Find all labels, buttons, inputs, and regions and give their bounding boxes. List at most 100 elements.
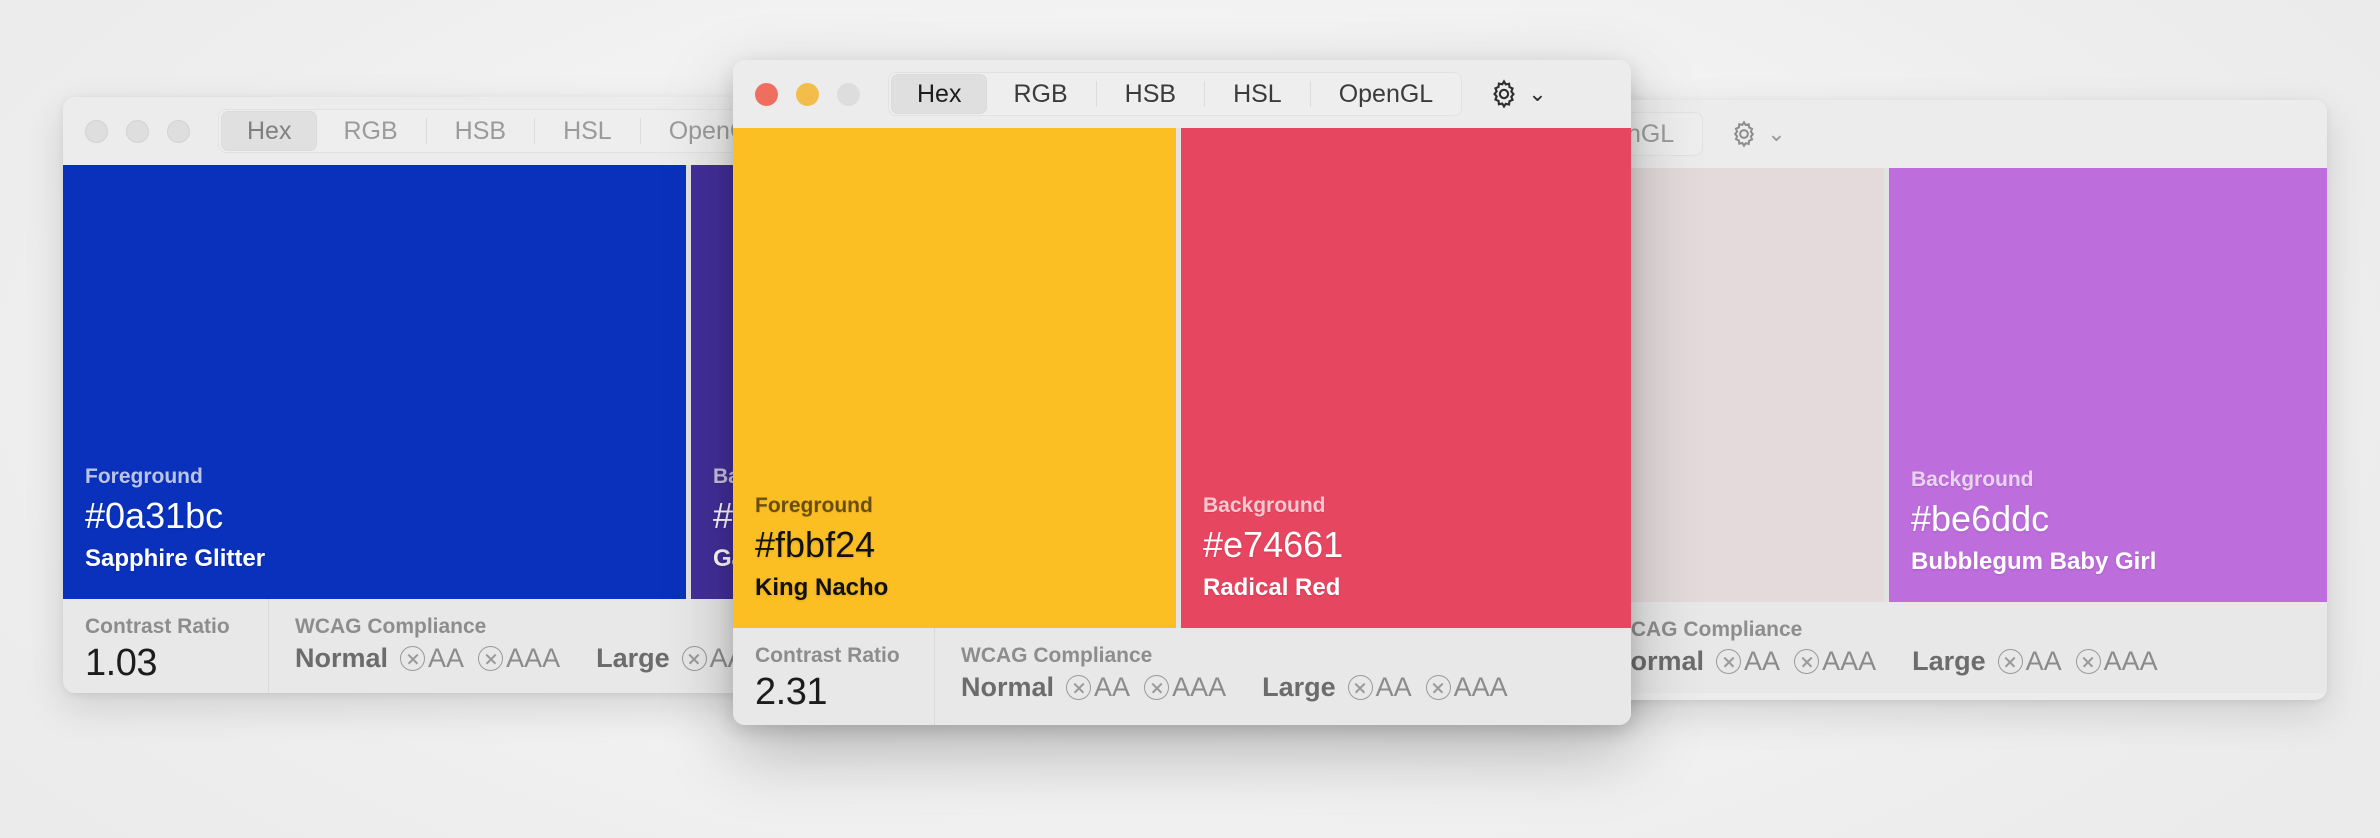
wcag-group-large-label: Large bbox=[1912, 646, 1986, 676]
wcag-badge-large-aaa: AAA bbox=[1425, 672, 1508, 703]
swatch-background[interactable]: Background #e74661 Radical Red bbox=[1181, 128, 1631, 628]
fail-x-icon bbox=[1066, 675, 1092, 700]
titlebar-right: Hex RGB HSB HSL OpenGL ⌄ bbox=[1589, 100, 2327, 168]
tab-opengl[interactable]: OpenGL bbox=[1313, 74, 1460, 114]
fail-x-icon bbox=[1425, 675, 1451, 700]
wcag-group-normal-label: Normal bbox=[961, 672, 1055, 702]
swatch-background[interactable]: Background #be6ddc Bubblegum Baby Girl bbox=[1889, 168, 2327, 602]
contrast-ratio-label: Contrast Ratio bbox=[85, 615, 230, 638]
swatch-hex-value[interactable]: #be6ddc bbox=[1911, 498, 2327, 540]
tab-rgb[interactable]: RGB bbox=[317, 111, 423, 151]
wcag-badge-label: AAA bbox=[506, 643, 561, 673]
tab-divider bbox=[534, 118, 536, 144]
settings-menu-right[interactable]: ⌄ bbox=[1729, 119, 1786, 149]
format-segmented-control-front[interactable]: Hex RGB HSB HSL OpenGL bbox=[888, 72, 1463, 116]
traffic-lights-left bbox=[63, 119, 190, 143]
fail-x-icon bbox=[1997, 649, 2023, 674]
fail-x-icon bbox=[1716, 649, 1742, 674]
settings-menu-front[interactable]: ⌄ bbox=[1488, 78, 1547, 110]
wcag-badge-label: AA bbox=[2025, 646, 2062, 676]
wcag-compliance-cell: WCAG Compliance Normal AA AAA Large AA bbox=[1589, 602, 2327, 693]
close-button[interactable] bbox=[755, 82, 778, 106]
swatch-hex-value[interactable]: #0a31bc bbox=[85, 495, 686, 537]
wcag-badge-normal-aa: AA bbox=[1066, 672, 1130, 703]
fail-x-icon bbox=[2075, 649, 2101, 674]
swatch-role-label: Background bbox=[1911, 468, 2034, 491]
wcag-compliance-label: WCAG Compliance bbox=[961, 644, 1153, 667]
wcag-badge-label: AAA bbox=[2103, 646, 2158, 676]
swatch-row-right: Background #be6ddc Bubblegum Baby Girl bbox=[1589, 168, 2327, 602]
swatch-color-name: Radical Red bbox=[1203, 574, 1341, 601]
swatch-color-name: King Nacho bbox=[755, 574, 889, 601]
footer-right: WCAG Compliance Normal AA AAA Large AA A… bbox=[1589, 602, 2327, 693]
wcag-badge-row: Normal AA AAA Large AA AAA bbox=[1611, 646, 2327, 677]
tab-hsl[interactable]: HSL bbox=[537, 111, 638, 151]
fail-x-icon bbox=[681, 646, 707, 671]
swatch-row-front: Foreground #fbbf24 King Nacho Background… bbox=[733, 128, 1631, 628]
traffic-lights-front bbox=[733, 82, 860, 106]
swatch-foreground[interactable]: Foreground #0a31bc Sapphire Glitter bbox=[63, 165, 686, 599]
wcag-badge-large-aa: AA bbox=[1997, 646, 2062, 677]
swatch-color-name: Sapphire Glitter bbox=[85, 545, 266, 572]
wcag-badge-label: AAA bbox=[1822, 646, 1877, 676]
fail-x-icon bbox=[478, 646, 504, 671]
minimize-button[interactable] bbox=[126, 119, 149, 143]
wcag-badge-normal-aaa: AAA bbox=[1794, 646, 1876, 677]
fail-x-icon bbox=[400, 646, 426, 671]
wcag-badge-normal-aa: AA bbox=[1716, 646, 1780, 677]
wcag-badge-label: AAA bbox=[1453, 672, 1508, 702]
wcag-badge-label: AA bbox=[1744, 646, 1781, 676]
wcag-group-large-label: Large bbox=[1262, 672, 1336, 702]
contrast-ratio-cell: Contrast Ratio 1.03 bbox=[63, 599, 269, 693]
window-front-active[interactable]: Hex RGB HSB HSL OpenGL ⌄ Foreground #fbb… bbox=[733, 60, 1631, 725]
contrast-ratio-cell: Contrast Ratio 2.31 bbox=[733, 628, 935, 725]
fail-x-icon bbox=[1347, 675, 1373, 700]
wcag-compliance-label: WCAG Compliance bbox=[1611, 618, 1803, 641]
footer-front: Contrast Ratio 2.31 WCAG Compliance Norm… bbox=[733, 628, 1631, 725]
tab-divider bbox=[425, 118, 427, 144]
contrast-ratio-value: 1.03 bbox=[85, 642, 157, 684]
fail-x-icon bbox=[1794, 649, 1820, 674]
tab-divider bbox=[1204, 81, 1206, 107]
wcag-badge-normal-aaa: AAA bbox=[1144, 672, 1226, 703]
swatch-hex-value[interactable]: #fbbf24 bbox=[755, 524, 1176, 566]
tab-hex[interactable]: Hex bbox=[221, 111, 318, 151]
swatch-role-label: Foreground bbox=[755, 494, 873, 517]
wcag-group-normal-label: Normal bbox=[295, 643, 389, 673]
wcag-badge-large-aaa: AAA bbox=[2075, 646, 2158, 677]
tab-rgb[interactable]: RGB bbox=[987, 74, 1093, 114]
tab-hsl[interactable]: HSL bbox=[1207, 74, 1308, 114]
format-segmented-control-left[interactable]: Hex RGB HSB HSL OpenGL bbox=[218, 109, 793, 153]
chevron-down-icon[interactable]: ⌄ bbox=[1767, 123, 1785, 145]
tab-hex[interactable]: Hex bbox=[891, 74, 988, 114]
wcag-badge-label: AA bbox=[1375, 672, 1412, 702]
gear-icon[interactable] bbox=[1729, 119, 1759, 149]
swatch-foreground[interactable]: Foreground #fbbf24 King Nacho bbox=[733, 128, 1176, 628]
wcag-group-large-label: Large bbox=[596, 643, 670, 673]
zoom-button[interactable] bbox=[837, 82, 860, 106]
swatch-hex-value[interactable]: #e74661 bbox=[1203, 524, 1631, 566]
contrast-ratio-value: 2.31 bbox=[755, 671, 827, 713]
close-button[interactable] bbox=[85, 119, 108, 143]
wcag-badge-large-aa: AA bbox=[1347, 672, 1412, 703]
swatch-color-name: Bubblegum Baby Girl bbox=[1911, 548, 2157, 575]
wcag-badge-label: AA bbox=[428, 643, 465, 673]
wcag-badge-label: AAA bbox=[1172, 672, 1227, 702]
minimize-button[interactable] bbox=[796, 82, 819, 106]
chevron-down-icon[interactable]: ⌄ bbox=[1528, 83, 1546, 105]
swatch-role-label: Background bbox=[1203, 494, 1326, 517]
gear-icon[interactable] bbox=[1488, 78, 1520, 110]
wcag-badge-normal-aaa: AAA bbox=[478, 643, 560, 674]
contrast-ratio-label: Contrast Ratio bbox=[755, 644, 900, 667]
swatch-foreground[interactable] bbox=[1589, 168, 1884, 602]
wcag-compliance-cell: WCAG Compliance Normal AA AAA Large AA bbox=[935, 628, 1631, 725]
wcag-badge-row: Normal AA AAA Large AA AAA bbox=[961, 672, 1631, 703]
fail-x-icon bbox=[1144, 675, 1170, 700]
window-right[interactable]: Hex RGB HSB HSL OpenGL ⌄ B bbox=[1589, 100, 2327, 700]
swatch-role-label: Foreground bbox=[85, 465, 203, 488]
tab-hsb[interactable]: HSB bbox=[429, 111, 532, 151]
tab-hsb[interactable]: HSB bbox=[1099, 74, 1202, 114]
wcag-badge-label: AA bbox=[1094, 672, 1131, 702]
tab-divider bbox=[1095, 81, 1097, 107]
zoom-button[interactable] bbox=[167, 119, 190, 143]
